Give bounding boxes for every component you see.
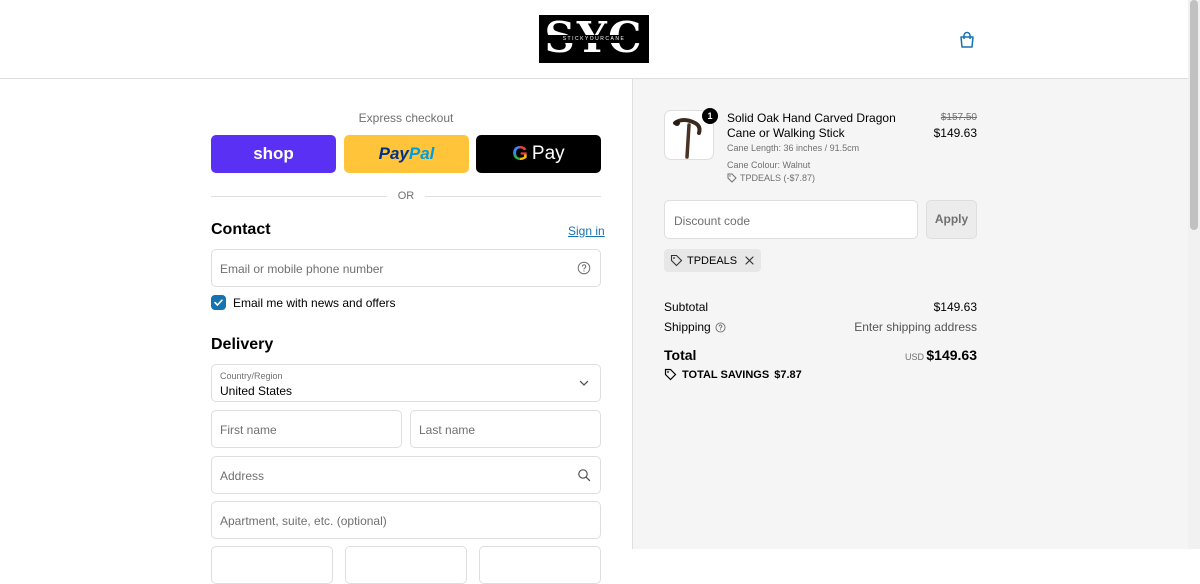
last-name-field[interactable]: Last name: [410, 410, 601, 448]
total-label: Total: [664, 347, 697, 363]
total-currency: USD: [904, 352, 924, 362]
total-value: $149.63: [926, 347, 977, 363]
apartment-field[interactable]: Apartment, suite, etc. (optional): [211, 501, 601, 539]
state-field-partial[interactable]: [345, 546, 467, 584]
shipping-value: Enter shipping address: [854, 320, 977, 334]
checkmark-icon: [214, 299, 223, 306]
discount-code-placeholder: Discount code: [674, 214, 751, 228]
paypal-label-part2: Pal: [408, 144, 435, 163]
cane-colour: Cane Colour: Walnut: [727, 160, 811, 170]
or-divider-text: OR: [397, 190, 415, 202]
last-name-placeholder: Last name: [419, 423, 476, 437]
store-logo[interactable]: SYC STICKYOURCANE: [539, 15, 649, 63]
item-discount: TPDEALS (-$7.87): [727, 173, 815, 183]
news-offers-checkbox[interactable]: [211, 295, 226, 310]
tag-icon: [664, 368, 677, 381]
shipping-label: Shipping: [664, 320, 711, 334]
item-discount-text: TPDEALS (-$7.87): [740, 173, 816, 183]
close-icon[interactable]: [744, 255, 755, 266]
divider-right: [425, 196, 601, 197]
tag-icon: [670, 254, 683, 267]
address-field[interactable]: Address: [211, 456, 601, 494]
tag-icon: [727, 173, 737, 183]
country-value: United States: [220, 384, 293, 398]
first-name-field[interactable]: First name: [211, 410, 402, 448]
scrollbar-thumb[interactable]: [1190, 0, 1198, 230]
city-field-partial[interactable]: [211, 546, 333, 584]
google-pay-button[interactable]: G Pay: [476, 135, 601, 173]
divider-left: [211, 196, 387, 197]
contact-heading: Contact: [211, 221, 271, 238]
help-icon[interactable]: [577, 261, 591, 275]
original-price: $157.50: [940, 112, 977, 123]
shipping-row-label: Shipping: [664, 320, 726, 334]
email-field[interactable]: Email or mobile phone number: [211, 249, 601, 287]
apply-discount-button[interactable]: Apply: [926, 200, 977, 239]
product-price: $149.63: [933, 126, 977, 140]
apartment-placeholder: Apartment, suite, etc. (optional): [220, 514, 387, 528]
delivery-heading: Delivery: [211, 336, 274, 353]
express-checkout-title: Express checkout: [358, 111, 454, 125]
shopping-bag-icon[interactable]: [958, 31, 976, 49]
first-name-placeholder: First name: [220, 423, 277, 437]
order-summary-panel: [632, 79, 1188, 549]
search-icon: [578, 469, 591, 482]
news-offers-label: Email me with news and offers: [233, 296, 396, 310]
logo-wordmark: STICKYOURCANE: [539, 35, 649, 43]
savings-value: $7.87: [774, 368, 802, 381]
product-title: Solid Oak Hand Carved Dragon Cane or Wal…: [727, 111, 896, 140]
discount-code-field[interactable]: Discount code: [664, 200, 918, 239]
applied-discount-chip: TPDEALS: [664, 249, 762, 272]
address-placeholder: Address: [220, 469, 265, 483]
cane-length: Cane Length: 36 inches / 91.5cm: [727, 143, 860, 153]
google-icon: G: [512, 142, 528, 165]
total-savings: TOTAL SAVINGS $7.87: [664, 368, 802, 381]
chevron-down-icon: [579, 380, 589, 386]
quantity-badge: 1: [702, 108, 718, 124]
subtotal-value: $149.63: [933, 300, 977, 314]
paypal-button[interactable]: Pay Pal: [344, 135, 469, 173]
shop-pay-button[interactable]: shop: [211, 135, 336, 173]
paypal-label-part1: Pay: [378, 144, 409, 163]
sign-in-link[interactable]: Sign in: [568, 224, 605, 238]
help-icon[interactable]: [715, 321, 726, 333]
applied-discount-code: TPDEALS: [687, 254, 738, 267]
subtotal-label: Subtotal: [664, 300, 709, 314]
zip-field-partial[interactable]: [479, 546, 601, 584]
country-select[interactable]: Country/Region United States: [211, 364, 601, 402]
shop-pay-label: shop: [253, 144, 294, 163]
savings-label: TOTAL SAVINGS: [682, 368, 770, 381]
country-label: Country/Region: [220, 371, 283, 381]
email-placeholder: Email or mobile phone number: [220, 262, 384, 276]
site-header: SYC STICKYOURCANE: [0, 0, 1188, 79]
page-scrollbar[interactable]: [1188, 0, 1200, 549]
google-pay-label: Pay: [531, 143, 565, 164]
